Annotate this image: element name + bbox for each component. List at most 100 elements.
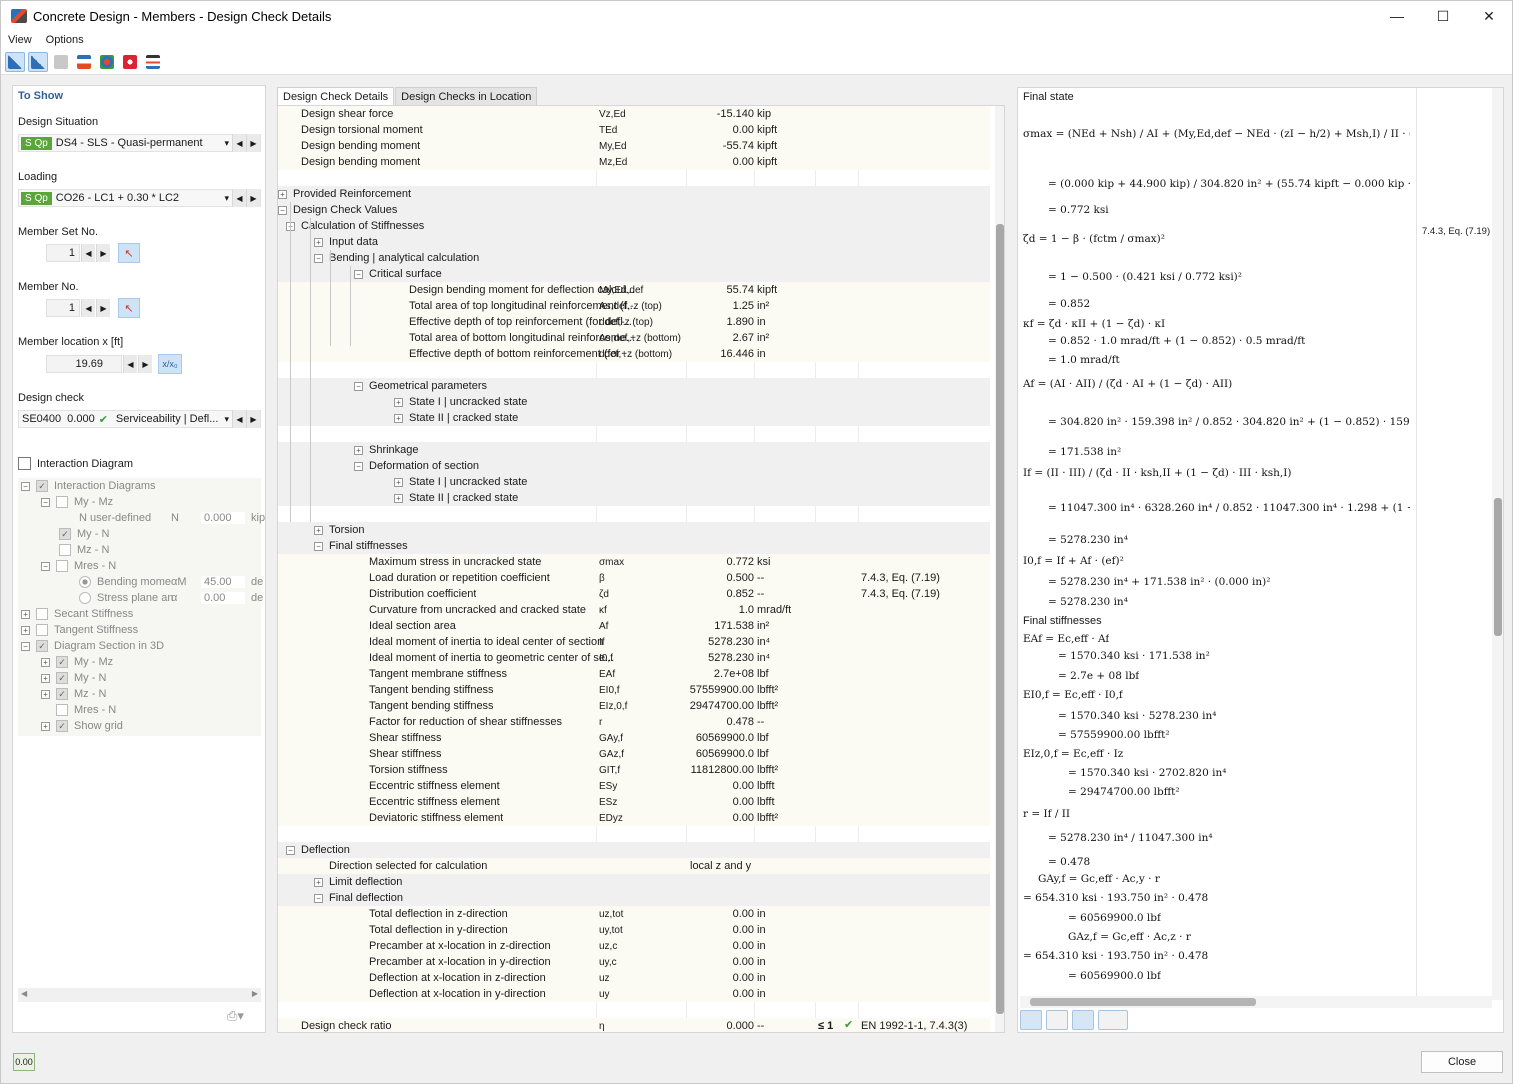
next-arrow-icon[interactable]: ▶: [96, 244, 110, 262]
alpha-m-input[interactable]: 45.00: [201, 576, 245, 588]
tree-row[interactable]: + ✓ Mz - N: [41, 686, 106, 702]
print-icon[interactable]: ⎙▾: [227, 1008, 257, 1026]
table-row[interactable]: − Bending | analytical calculation: [278, 250, 990, 266]
next-arrow-icon[interactable]: ▶: [246, 410, 260, 428]
design-check-select[interactable]: SE0400 0.000 ✔ Serviceability | Defl... …: [18, 410, 261, 428]
expand-icon[interactable]: +: [41, 689, 50, 699]
toolbar-button-6[interactable]: [120, 52, 140, 72]
member-set-input[interactable]: 1: [46, 244, 80, 262]
prev-arrow-icon[interactable]: ◀: [232, 134, 246, 152]
radio-icon[interactable]: [79, 576, 91, 588]
checkbox-icon[interactable]: [56, 704, 68, 716]
checkbox-icon[interactable]: [56, 560, 68, 572]
minimize-button[interactable]: —: [1374, 1, 1420, 31]
relative-location-button[interactable]: x/x₀: [158, 354, 182, 374]
pick-member-icon[interactable]: ↖: [118, 298, 140, 318]
checkbox-icon[interactable]: [36, 624, 48, 636]
tab-design-check-details[interactable]: Design Check Details: [277, 87, 395, 105]
checkbox-icon[interactable]: ✓: [59, 528, 71, 540]
expand-icon[interactable]: +: [394, 477, 403, 487]
collapse-icon[interactable]: −: [278, 205, 287, 215]
expand-icon[interactable]: +: [394, 397, 403, 407]
table-row[interactable]: − Geometrical parameters: [278, 378, 990, 394]
prev-arrow-icon[interactable]: ◀: [123, 355, 137, 373]
collapse-icon[interactable]: −: [314, 893, 323, 903]
expand-icon[interactable]: +: [278, 189, 287, 199]
print-icon[interactable]: [1098, 1010, 1128, 1030]
design-situation-select[interactable]: S Qp DS4 - SLS - Quasi-permanent ▾ ◀ ▶: [18, 134, 261, 152]
member-location-input[interactable]: 19.69: [46, 355, 122, 373]
tree-row[interactable]: Mres - N: [56, 702, 116, 718]
table-row[interactable]: + Input data: [278, 234, 990, 250]
tree-row[interactable]: Bending mome αM 45.00 de: [79, 574, 263, 590]
checkbox-icon[interactable]: [36, 608, 48, 620]
expand-icon[interactable]: +: [41, 657, 50, 667]
expand-icon[interactable]: +: [314, 525, 323, 535]
left-horizontal-scrollbar[interactable]: ◀ ▶: [18, 988, 261, 1002]
tree-row[interactable]: Mz - N: [59, 542, 109, 558]
expand-icon[interactable]: +: [314, 237, 323, 247]
table-row[interactable]: + State II | cracked state: [278, 490, 990, 506]
table-row[interactable]: −Calculation of Stiffnesses: [278, 218, 990, 234]
table-row[interactable]: + State II | cracked state: [278, 410, 990, 426]
tree-row[interactable]: − ✓ Diagram Section in 3D: [21, 638, 164, 654]
scroll-thumb[interactable]: [1030, 998, 1256, 1006]
collapse-icon[interactable]: −: [354, 269, 363, 279]
toolbar-button-7[interactable]: [143, 52, 163, 72]
tree-row[interactable]: − ✓ Interaction Diagrams: [21, 478, 156, 494]
loading-select[interactable]: S Qp CO26 - LC1 + 0.30 * LC2 ▾ ◀ ▶: [18, 189, 261, 207]
table-row[interactable]: − Final stiffnesses: [278, 538, 990, 554]
collapse-icon[interactable]: −: [354, 461, 363, 471]
maximize-button[interactable]: ☐: [1420, 1, 1466, 31]
tree-row[interactable]: + Secant Stiffness: [21, 606, 133, 622]
table-row[interactable]: + Torsion: [278, 522, 990, 538]
menu-options[interactable]: Options: [39, 34, 91, 46]
table-row[interactable]: + State I | uncracked state: [278, 394, 990, 410]
pick-member-set-icon[interactable]: ↖: [118, 243, 140, 263]
collapse-icon[interactable]: −: [41, 561, 50, 571]
collapse-icon[interactable]: −: [21, 641, 30, 651]
next-arrow-icon[interactable]: ▶: [246, 134, 260, 152]
table-row[interactable]: − Critical surface: [278, 266, 990, 282]
tab-design-checks-in-location[interactable]: Design Checks in Location: [395, 87, 538, 105]
menu-view[interactable]: View: [1, 34, 39, 46]
table-row[interactable]: − Final deflection: [278, 890, 990, 906]
settings-icon[interactable]: [1020, 1010, 1042, 1030]
checkbox-icon[interactable]: ✓: [56, 688, 68, 700]
checkbox-icon[interactable]: ✓: [36, 480, 48, 492]
checkbox-icon[interactable]: [56, 496, 68, 508]
n-value-input[interactable]: 0.000: [201, 512, 245, 524]
alpha-input[interactable]: 0.00: [201, 592, 245, 604]
interaction-diagram-toggle[interactable]: Interaction Diagram: [18, 457, 133, 470]
expand-icon[interactable]: +: [41, 721, 50, 731]
table-row[interactable]: + Shrinkage: [278, 442, 990, 458]
expand-icon[interactable]: +: [394, 413, 403, 423]
list-indent-icon[interactable]: [1046, 1010, 1068, 1030]
collapse-icon[interactable]: −: [354, 381, 363, 391]
table-row[interactable]: + State I | uncracked state: [278, 474, 990, 490]
expand-icon[interactable]: +: [41, 673, 50, 683]
checkbox-icon[interactable]: [59, 544, 71, 556]
formula-icon[interactable]: [1072, 1010, 1094, 1030]
scroll-thumb[interactable]: [996, 224, 1004, 1014]
tree-row[interactable]: + Tangent Stiffness: [21, 622, 138, 638]
expand-icon[interactable]: +: [314, 877, 323, 887]
checkbox-icon[interactable]: ✓: [56, 672, 68, 684]
interaction-diagram-checkbox[interactable]: [18, 457, 31, 470]
prev-arrow-icon[interactable]: ◀: [81, 244, 95, 262]
checkbox-icon[interactable]: ✓: [56, 720, 68, 732]
decimal-places-icon[interactable]: 0.00: [13, 1053, 35, 1071]
table-row[interactable]: + Provided Reinforcement: [278, 186, 990, 202]
expand-icon[interactable]: +: [354, 445, 363, 455]
member-no-input[interactable]: 1: [46, 299, 80, 317]
toolbar-button-3[interactable]: [51, 52, 71, 72]
collapse-icon[interactable]: −: [41, 497, 50, 507]
collapse-icon[interactable]: −: [314, 541, 323, 551]
expand-icon[interactable]: +: [394, 493, 403, 503]
checkbox-icon[interactable]: ✓: [36, 640, 48, 652]
next-arrow-icon[interactable]: ▶: [96, 299, 110, 317]
table-row[interactable]: + Limit deflection: [278, 874, 990, 890]
radio-icon[interactable]: [79, 592, 91, 604]
prev-arrow-icon[interactable]: ◀: [81, 299, 95, 317]
table-row[interactable]: − Deformation of section: [278, 458, 990, 474]
